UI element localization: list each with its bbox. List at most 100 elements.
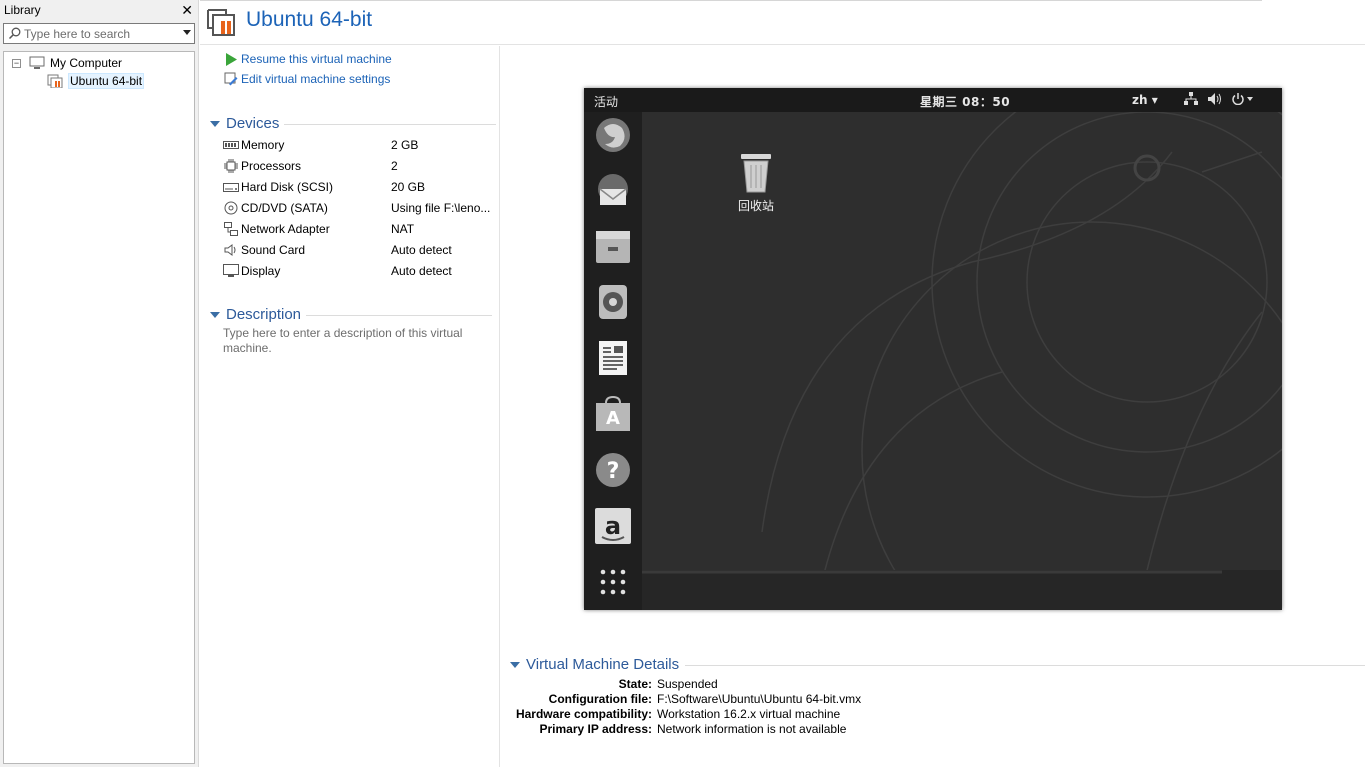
device-value: Auto detect — [391, 242, 452, 257]
library-title: Library — [4, 3, 41, 17]
detail-row-ip-address: Primary IP address: Network information … — [510, 722, 846, 737]
play-icon — [224, 52, 238, 66]
description-input[interactable]: Type here to enter a description of this… — [223, 326, 483, 356]
volume-icon — [1208, 92, 1222, 108]
trash-label: 回收站 — [738, 199, 775, 213]
search-icon — [4, 27, 24, 40]
device-name: Memory — [241, 137, 285, 152]
collapse-arrow-icon[interactable] — [210, 120, 220, 127]
detail-key: Configuration file: — [548, 692, 652, 706]
library-tree: − My Computer Ubuntu 64-bit — [3, 51, 195, 764]
trash-desktop-item[interactable]: 回收站 — [738, 152, 774, 214]
network-adapter-icon — [223, 221, 239, 236]
device-value: NAT — [391, 221, 415, 236]
detail-key: Hardware compatibility: — [515, 707, 652, 721]
library-panel: Library ✕ − My Computer Ubuntu 64- — [0, 0, 199, 767]
device-row-sound-card[interactable]: Sound Card Auto detect — [223, 239, 493, 260]
detail-key: Primary IP address: — [539, 722, 652, 736]
close-icon[interactable]: ✕ — [181, 2, 193, 19]
software-center-icon[interactable]: A — [594, 395, 632, 433]
device-value: Auto detect — [391, 263, 452, 278]
app-grid-icon[interactable] — [594, 563, 632, 601]
detail-row-config-file: Configuration file: F:\Software\Ubuntu\U… — [510, 692, 861, 707]
app-window: Library ✕ − My Computer Ubuntu 64- — [0, 0, 1365, 767]
devices-section-header[interactable]: Devices — [210, 115, 497, 132]
collapse-icon[interactable]: − — [12, 58, 21, 68]
processor-icon — [223, 158, 239, 173]
device-row-cd-dvd[interactable]: CD/DVD (SATA) Using file F:\leno... — [223, 197, 493, 218]
device-name: Processors — [241, 158, 302, 173]
files-icon[interactable] — [594, 227, 632, 265]
device-name: CD/DVD (SATA) — [241, 200, 328, 215]
collapse-arrow-icon[interactable] — [510, 661, 520, 668]
device-row-processors[interactable]: Processors 2 — [223, 155, 493, 176]
detail-value: Network information is not available — [657, 722, 847, 736]
help-icon[interactable]: ? — [594, 451, 632, 489]
tree-item-label: Ubuntu 64-bit — [68, 73, 145, 89]
page-title: Ubuntu 64-bit — [246, 8, 373, 31]
edit-settings-link[interactable]: Edit virtual machine settings — [224, 72, 390, 86]
device-row-hard-disk[interactable]: Hard Disk (SCSI) 20 GB — [223, 176, 493, 197]
svg-text:A: A — [606, 408, 620, 429]
edit-settings-icon — [224, 72, 238, 86]
libreoffice-writer-icon[interactable] — [594, 339, 632, 377]
device-row-display[interactable]: Display Auto detect — [223, 260, 493, 281]
library-search[interactable] — [3, 23, 195, 44]
power-icon — [1232, 92, 1254, 108]
divider — [306, 315, 493, 316]
collapse-arrow-icon[interactable] — [210, 311, 220, 318]
device-value: Using file F:\leno... — [391, 200, 491, 215]
edit-settings-label: Edit virtual machine settings — [241, 72, 391, 86]
detail-value: Workstation 16.2.x virtual machine — [657, 707, 841, 721]
svg-text:a: a — [605, 512, 621, 540]
device-value: 2 GB — [391, 137, 419, 152]
detail-row-state: State: Suspended — [510, 677, 718, 692]
trash-icon — [739, 152, 773, 197]
description-title: Description — [226, 306, 302, 323]
thunderbird-icon[interactable] — [594, 172, 632, 210]
vm-details-header[interactable]: Virtual Machine Details — [510, 656, 1365, 673]
vm-header: Ubuntu 64-bit — [200, 0, 1365, 45]
resume-vm-label: Resume this virtual machine — [241, 52, 392, 66]
amazon-icon[interactable]: a — [594, 507, 632, 545]
firefox-icon[interactable] — [594, 116, 632, 154]
detail-key: State: — [618, 677, 652, 691]
search-input[interactable] — [24, 26, 174, 41]
device-name: Display — [241, 263, 281, 278]
detail-value: Suspended — [657, 677, 718, 691]
ubuntu-top-bar: 活动 星期三 08：50 zh ▾ — [584, 88, 1282, 112]
ubuntu-dock: A ? a — [584, 112, 642, 610]
device-name: Sound Card — [241, 242, 306, 257]
language-indicator[interactable]: zh ▾ — [1132, 93, 1158, 107]
memory-icon — [223, 138, 239, 152]
device-row-network-adapter[interactable]: Network Adapter NAT — [223, 218, 493, 239]
resume-vm-link[interactable]: Resume this virtual machine — [224, 52, 392, 66]
vm-info-panel: Resume this virtual machine Edit virtual… — [200, 46, 500, 767]
desktop-area[interactable]: 回收站 — [642, 112, 1282, 610]
divider — [284, 124, 497, 125]
tree-item-my-computer[interactable]: − My Computer — [12, 55, 122, 71]
library-header: Library ✕ — [0, 0, 198, 20]
description-section-header[interactable]: Description — [210, 306, 493, 323]
tree-item-ubuntu[interactable]: Ubuntu 64-bit — [47, 73, 145, 89]
rhythmbox-icon[interactable] — [594, 283, 632, 321]
activities-button[interactable]: 活动 — [594, 93, 618, 110]
network-icon — [1184, 92, 1198, 108]
vm-details-title: Virtual Machine Details — [526, 656, 680, 673]
detail-value: F:\Software\Ubuntu\Ubuntu 64-bit.vmx — [657, 692, 862, 706]
device-name: Network Adapter — [241, 221, 330, 236]
clock[interactable]: 星期三 08：50 — [920, 93, 1010, 110]
computer-icon — [29, 56, 45, 70]
search-dropdown-icon[interactable] — [183, 30, 191, 35]
device-name: Hard Disk (SCSI) — [241, 179, 334, 194]
device-value: 2 — [391, 158, 398, 173]
detail-row-hardware-compat: Hardware compatibility: Workstation 16.2… — [510, 707, 840, 722]
system-tray[interactable] — [1184, 92, 1254, 108]
divider — [685, 665, 1365, 666]
device-value: 20 GB — [391, 179, 426, 194]
vm-screen[interactable]: 活动 星期三 08：50 zh ▾ A ? a 回收站 — [584, 88, 1282, 610]
device-row-memory[interactable]: Memory 2 GB — [223, 134, 493, 155]
divider — [200, 0, 1262, 1]
vm-icon — [206, 8, 236, 39]
sound-card-icon — [223, 243, 239, 257]
